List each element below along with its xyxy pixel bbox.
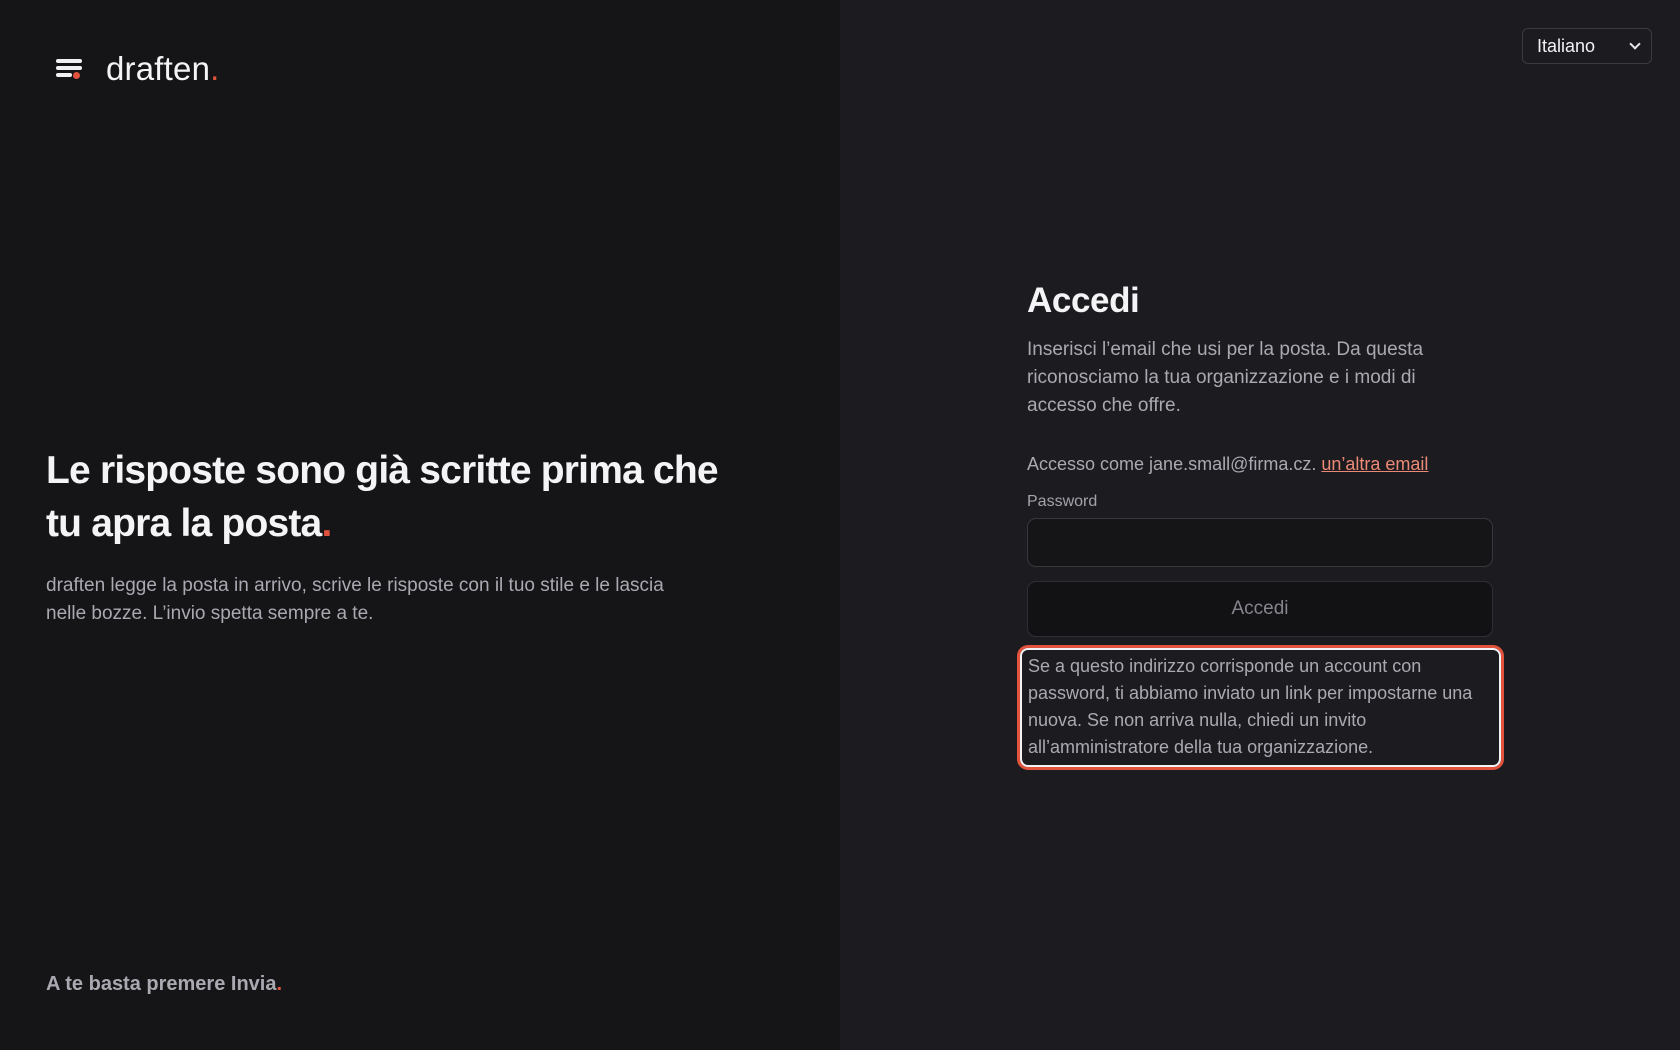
language-select[interactable]: Italiano — [1522, 28, 1652, 64]
account-line: Accesso come jane.small@firma.cz. un’alt… — [1027, 454, 1493, 475]
password-label: Password — [1027, 493, 1098, 510]
hero-subtext: draften legge la posta in arrivo, scrive… — [46, 575, 664, 624]
hero-headline-mark: . — [321, 502, 332, 545]
password-input[interactable] — [1027, 518, 1493, 567]
menu-lines-icon — [56, 57, 84, 81]
login-submit-button[interactable]: Accedi — [1027, 581, 1493, 637]
login-title: Accedi — [1027, 281, 1140, 320]
hero-headline-text: Le risposte sono già scritte prima che t… — [46, 449, 719, 545]
brand-wordmark: draften. — [106, 50, 220, 88]
login-description: Inserisci l’email che usi per la posta. … — [1027, 339, 1424, 416]
hero-panel: draften. Le risposte sono già scritte pr… — [0, 0, 840, 1050]
hero-footer: A te basta premere Invia. — [46, 973, 282, 996]
hero-text: Le risposte sono già scritte prima che t… — [46, 444, 726, 628]
password-reset-notice: Se a questo indirizzo corrisponde un acc… — [1020, 648, 1501, 767]
brand-name: draften — [106, 50, 211, 87]
hero-footer-text: A te basta premere Invia — [46, 973, 277, 995]
login-form: Accedi Inserisci l’email che usi per la … — [1020, 280, 1501, 767]
language-select-value: Italiano — [1537, 35, 1596, 56]
brand-logo[interactable]: draften. — [56, 50, 220, 88]
hero-headline: Le risposte sono già scritte prima che t… — [46, 444, 726, 550]
change-email-link[interactable]: un’altra email — [1321, 454, 1428, 474]
hero-footer-mark: . — [276, 973, 283, 995]
brand-accent-mark: . — [210, 50, 220, 87]
chevron-down-icon — [1629, 38, 1641, 50]
account-prefix: Accesso come jane.small@firma.cz. — [1027, 454, 1317, 474]
